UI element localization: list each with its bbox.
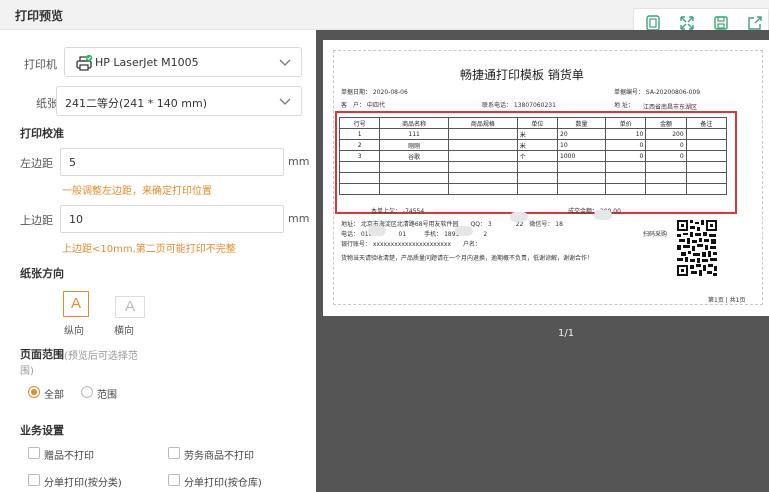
page-indicator: 1/1 xyxy=(558,328,575,339)
split-warehouse-checkbox[interactable] xyxy=(168,474,180,486)
left-margin-unit: mm xyxy=(288,155,310,168)
split-warehouse-label: 分单打印(按仓库) xyxy=(184,478,262,489)
bank-line: 银行账号： xxxxxxxxxxxxxxxxxxxxxx 户名： xyxy=(341,241,482,248)
landscape-label: 横向 xyxy=(114,326,134,337)
range-note: (预览后可选择范 xyxy=(64,351,138,362)
printer-value: HP LaserJet M1005 xyxy=(95,56,199,69)
calibration-heading: 打印校准 xyxy=(20,127,64,140)
portrait-label: 纵向 xyxy=(64,326,84,337)
range-heading: 页面范围 xyxy=(20,348,64,361)
portrait-option[interactable]: A xyxy=(63,291,89,317)
printer-select[interactable]: HP LaserJet M1005 xyxy=(64,47,302,77)
range-all-radio[interactable] xyxy=(28,386,40,398)
chevron-down-icon xyxy=(279,59,291,66)
business-heading: 业务设置 xyxy=(20,424,64,437)
range-custom-radio[interactable] xyxy=(81,386,93,398)
paper-value: 241二等分(241 * 140 mm) xyxy=(65,97,207,110)
doc-number: 单据编号： SA-20200806-009 xyxy=(614,89,701,96)
service-label: 劳务商品不打印 xyxy=(184,451,254,462)
doc-date: 单据日期： 2020-08-06 xyxy=(341,89,408,96)
top-margin-hint: 上边距<10mm,第二页可能打印不完整 xyxy=(62,244,236,255)
redacted-mark xyxy=(594,210,612,220)
chevron-down-icon xyxy=(279,98,291,105)
redacted-mark xyxy=(455,226,473,236)
doc-address: 江西省南昌市东湖区 xyxy=(643,104,698,111)
paper-select[interactable]: 241二等分(241 * 140 mm) xyxy=(56,86,302,116)
range-custom-label: 范围 xyxy=(97,390,117,401)
printer-icon xyxy=(76,54,93,71)
doc-phone: 联系电话： 13807060231 xyxy=(482,102,556,109)
qr-code-image xyxy=(676,218,718,278)
left-margin-label: 左边距 xyxy=(20,157,53,170)
left-margin-hint: 一般调整左边距，来确定打印位置 xyxy=(62,186,212,197)
doc-address-label: 地 址： xyxy=(614,102,634,109)
printer-label: 打印机 xyxy=(24,58,57,71)
page-footer: 第1页 | 共1页 xyxy=(708,297,746,304)
range-note-2: 围) xyxy=(20,366,34,377)
doc-title: 畅捷通打印模板 销货单 xyxy=(460,68,584,82)
top-margin-unit: mm xyxy=(288,212,310,225)
split-category-label: 分单打印(按分类) xyxy=(44,478,122,489)
page-title: 打印预览 xyxy=(15,9,64,23)
left-margin-value: 5 xyxy=(69,156,76,169)
split-category-checkbox[interactable] xyxy=(28,474,40,486)
service-checkbox[interactable] xyxy=(168,447,180,459)
gift-label: 赠品不打印 xyxy=(44,451,94,462)
top-margin-label: 上边距 xyxy=(20,214,53,227)
redacted-mark xyxy=(510,212,528,222)
gift-checkbox[interactable] xyxy=(28,447,40,459)
notice-line: 货物当天请验收清楚，产品质量问题请在一个月内退换，逾期概不负责，低谢谅解，谢谢合… xyxy=(341,255,594,262)
highlight-box xyxy=(335,111,737,214)
orientation-heading: 纸张方向 xyxy=(20,267,64,280)
landscape-option[interactable]: A xyxy=(115,296,145,318)
total-owed: 本单上欠： -74554 xyxy=(371,208,425,215)
paper-label: 纸张 xyxy=(36,97,58,110)
doc-customer: 客 户： 中四代 xyxy=(341,102,385,109)
left-margin-input[interactable]: 5 xyxy=(60,148,284,176)
redacted-mark xyxy=(368,226,386,236)
top-margin-value: 10 xyxy=(69,213,83,226)
top-margin-input[interactable]: 10 xyxy=(60,205,284,233)
scan-label: 扫码采购 xyxy=(643,231,668,238)
range-all-label: 全部 xyxy=(44,390,64,401)
